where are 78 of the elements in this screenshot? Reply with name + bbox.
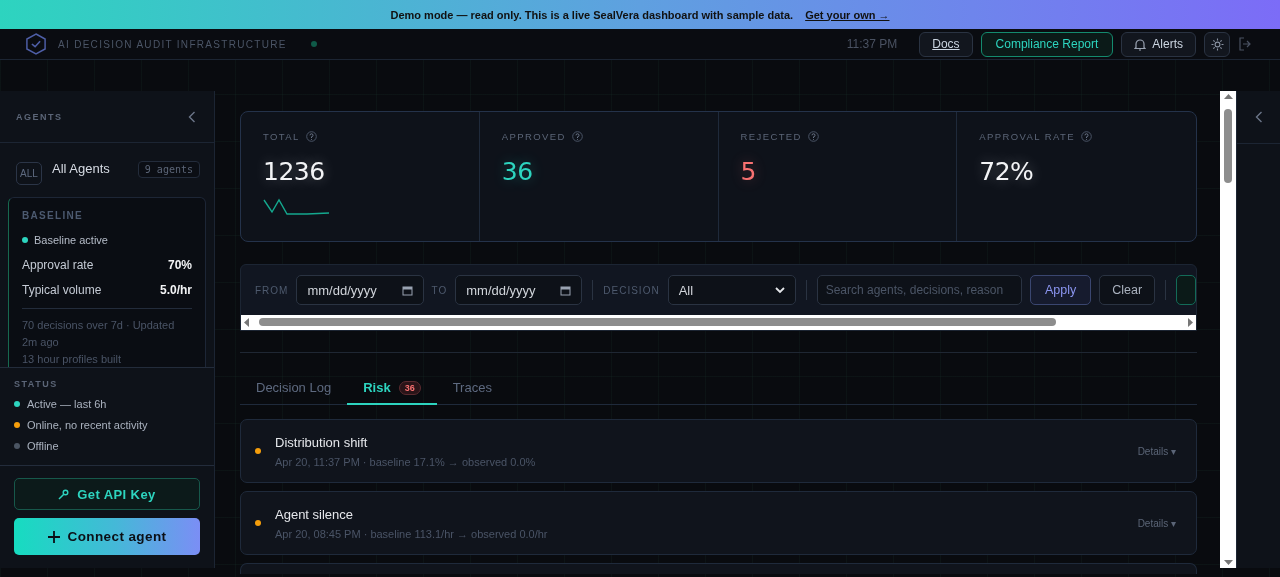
stat-label: REJECTED <box>740 131 802 142</box>
calendar-icon[interactable] <box>560 284 572 296</box>
agent-name: All Agents <box>52 161 111 176</box>
date-field[interactable]: mm/dd/yyyy <box>296 275 424 305</box>
logout-icon[interactable] <box>1238 37 1252 51</box>
help-icon[interactable] <box>305 131 317 142</box>
scrollbar-thumb[interactable] <box>1224 109 1232 183</box>
horizontal-scrollbar[interactable] <box>241 315 1196 330</box>
tab[interactable]: Risk 36 <box>347 374 437 405</box>
get-api-key-button[interactable]: Get API Key <box>14 478 200 510</box>
metric-label: Approval rate <box>22 258 94 272</box>
stat-value: 36 <box>501 157 534 186</box>
clear-button[interactable]: Clear <box>1099 275 1156 305</box>
stat-label: TOTAL <box>263 131 300 142</box>
scrollbar-thumb[interactable] <box>259 318 1056 326</box>
stat-label: APPROVAL RATE <box>979 131 1075 142</box>
clock-time: 11:37 PM <box>846 37 898 51</box>
get-your-own-link[interactable]: Get your own → <box>805 8 890 21</box>
vertical-scrollbar[interactable] <box>1220 91 1236 568</box>
risk-title: Distribution shift <box>275 434 369 450</box>
decision-select[interactable]: All <box>667 275 796 305</box>
risk-title: Agent silence <box>275 506 355 522</box>
banner-message: Demo mode — read only. This is a live SealVera dashboard with sample data. <box>390 8 794 21</box>
help-icon[interactable] <box>807 131 819 142</box>
sun-icon[interactable] <box>1210 37 1224 51</box>
filter-label: FROM <box>255 284 289 296</box>
filter-label: TO <box>431 284 448 296</box>
plus-icon[interactable] <box>47 530 60 543</box>
calendar-icon[interactable] <box>401 284 413 296</box>
key-icon[interactable] <box>58 488 70 500</box>
metric-value: 70% <box>167 258 192 272</box>
baseline-status: Baseline active <box>34 234 108 246</box>
risk-detail: Apr 20, 08:45 PM · baseline 113.1/hr → observed 0.0/hr <box>275 527 549 540</box>
section-title: AGENTS <box>16 111 63 122</box>
scroll-down-icon[interactable] <box>1224 559 1233 565</box>
scroll-up-icon[interactable] <box>1224 94 1233 100</box>
tab[interactable]: Traces <box>436 374 508 405</box>
risk-detail: Apr 20, 11:37 PM · baseline 17.1% → observed 0.0% <box>275 455 537 468</box>
status-dot <box>22 237 28 243</box>
all-badge: ALL <box>16 162 42 185</box>
metric-label: Typical volume <box>22 283 102 297</box>
help-icon[interactable] <box>571 131 583 142</box>
apply-button[interactable]: Apply <box>1029 275 1092 305</box>
stat-value: 72% <box>979 157 1035 186</box>
collapse-chevron-icon[interactable] <box>188 110 196 123</box>
metric-value: 5.0/hr <box>160 283 192 297</box>
stat-label: APPROVED <box>501 131 566 142</box>
stat-value: 1236 <box>263 157 326 186</box>
baseline-note: 70 decisions over 7d · Updated 2m ago <box>22 318 176 350</box>
help-icon[interactable] <box>1080 131 1092 142</box>
search-field[interactable]: Search agents, decisions, reason <box>816 275 1022 305</box>
tab[interactable]: Decision Log <box>240 374 348 405</box>
card-title: BASELINE <box>22 210 84 221</box>
connect-agent-button[interactable]: Connect agent <box>14 518 200 555</box>
docs-button[interactable]: Docs <box>919 31 973 57</box>
status-label: Offline <box>27 440 59 452</box>
shield-logo-icon <box>26 33 46 55</box>
scroll-left-icon[interactable] <box>244 318 250 327</box>
status-dot <box>310 41 317 47</box>
bell-icon[interactable] <box>1134 37 1147 51</box>
count-badge: 36 <box>398 380 421 395</box>
stat-value: 5 <box>740 157 757 186</box>
theme-toggle-button[interactable] <box>1204 31 1230 57</box>
agent-count-badge: 9 agents <box>137 161 200 178</box>
scroll-right-icon[interactable] <box>1187 318 1193 327</box>
tagline: AI DECISION AUDIT INFRASTRUCTURE <box>58 38 287 50</box>
partial-button[interactable] <box>1176 275 1196 305</box>
status-label: Active — last 6h <box>27 398 107 410</box>
expand-chevron-icon[interactable] <box>1254 111 1263 123</box>
chevron-down-icon[interactable] <box>774 286 785 294</box>
compliance-report-button[interactable]: Compliance Report <box>980 31 1114 57</box>
section-title: STATUS <box>14 379 59 389</box>
all-agents-item[interactable]: ALL All Agents 9 agents <box>0 143 214 185</box>
status-label: Online, no recent activity <box>27 419 148 431</box>
date-field[interactable]: mm/dd/yyyy <box>455 275 583 305</box>
alerts-button[interactable]: Alerts <box>1121 31 1196 57</box>
filter-label: DECISION <box>603 284 660 296</box>
baseline-note: 13 hour profiles built <box>22 352 123 367</box>
